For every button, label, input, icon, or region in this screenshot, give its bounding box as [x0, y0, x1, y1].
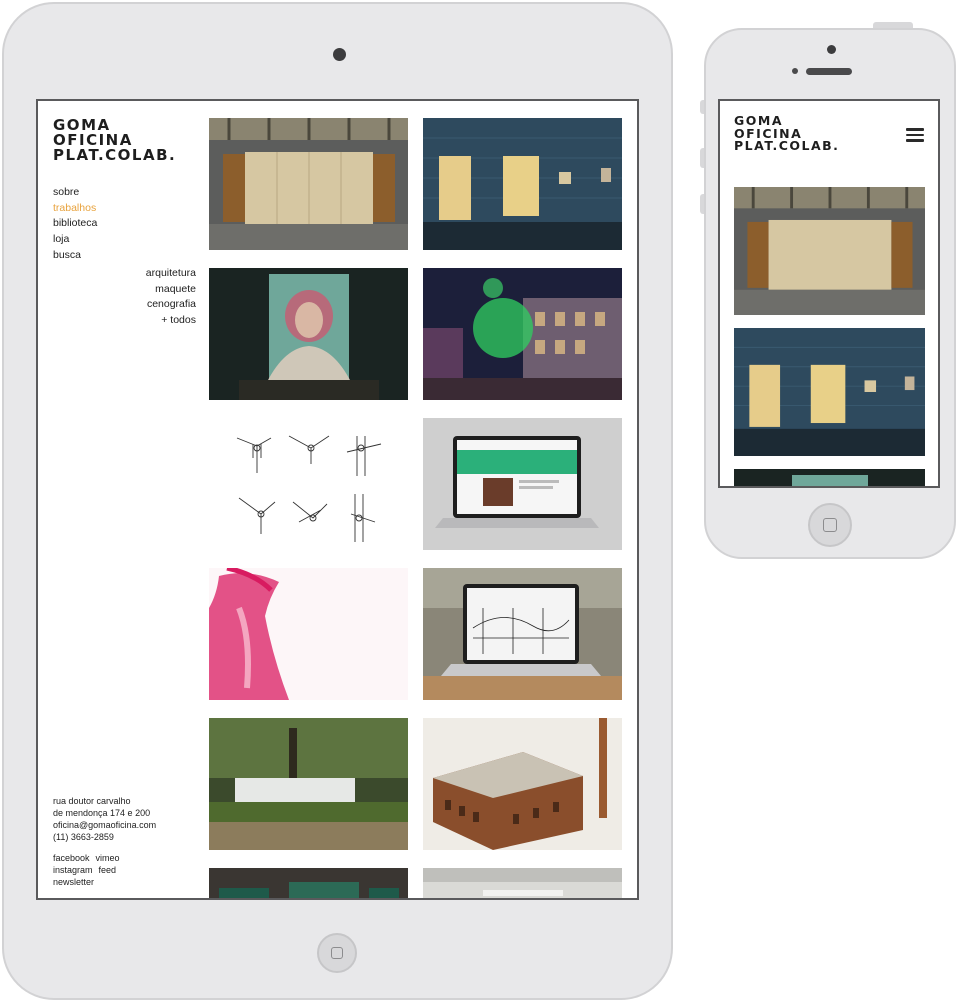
nav-item-trabalhos[interactable]: trabalhos [53, 201, 97, 217]
pink-figure-image [209, 568, 408, 700]
dark-room-image [209, 868, 408, 898]
tile-laptop-drawing[interactable] [423, 568, 622, 700]
filter-arquitetura[interactable]: arquitetura [146, 266, 196, 282]
tile-exhibition-wall[interactable] [209, 118, 408, 250]
blue-facade-image [423, 118, 622, 250]
tile-white-room[interactable] [423, 868, 622, 898]
nav-item-loja[interactable]: loja [53, 232, 97, 248]
menu-icon[interactable] [906, 128, 924, 142]
site-logo[interactable]: GOMA OFICINA PLAT.COLAB. [734, 114, 840, 153]
feed-link[interactable]: feed [99, 865, 117, 875]
white-room-image [423, 868, 622, 898]
sensor-icon [792, 68, 798, 74]
joint-sketches-image [209, 418, 408, 550]
camera-icon [333, 48, 346, 61]
tile-blue-facade-night[interactable] [734, 328, 925, 456]
category-filter: arquitetura maquete cenografia + todos [146, 266, 196, 329]
nav-item-sobre[interactable]: sobre [53, 185, 97, 201]
exhibition-wall-image [209, 118, 408, 250]
contact-info: rua doutor carvalho de mendonça 174 e 20… [53, 795, 156, 843]
home-square-icon [331, 947, 343, 959]
tile-joint-sketches[interactable] [209, 418, 408, 550]
nav-item-busca[interactable]: busca [53, 248, 97, 264]
tile-park-pavilion[interactable] [209, 718, 408, 850]
factory-model-image [423, 718, 622, 850]
filter-todos[interactable]: + todos [146, 313, 196, 329]
logo-line: PLAT.COLAB. [53, 146, 177, 164]
social-links: facebook vimeo instagram feed newsletter [53, 852, 126, 888]
exhibition-wall-image [734, 187, 925, 315]
camera-icon [827, 45, 836, 54]
nav-item-biblioteca[interactable]: biblioteca [53, 216, 97, 232]
tablet-screen: GOMA OFICINA PLAT.COLAB. sobre trabalhos… [36, 99, 639, 900]
address-line: de mendonça 174 e 200 [53, 808, 151, 818]
park-pavilion-image [209, 718, 408, 850]
home-square-icon [823, 518, 837, 532]
portrait-glow [792, 475, 868, 486]
filter-cenografia[interactable]: cenografia [146, 297, 196, 313]
tile-blue-facade-night[interactable] [423, 118, 622, 250]
tile-exhibition-wall[interactable] [734, 187, 925, 315]
filter-maquete[interactable]: maquete [146, 282, 196, 298]
email-link[interactable]: oficina@gomaoficina.com [53, 819, 156, 831]
newsletter-link[interactable]: newsletter [53, 877, 94, 887]
tile-factory-model[interactable] [423, 718, 622, 850]
instagram-link[interactable]: instagram [53, 865, 93, 875]
home-button[interactable] [808, 503, 852, 547]
speaker-icon [806, 68, 852, 75]
tile-pink-figure[interactable] [209, 568, 408, 700]
tile-laptop-green-site[interactable] [423, 418, 622, 550]
street-party-image [423, 268, 622, 400]
address-line: rua doutor carvalho [53, 796, 131, 806]
phone-number: (11) 3663-2859 [53, 832, 114, 842]
blue-facade-image [734, 328, 925, 456]
site-logo[interactable]: GOMA OFICINA PLAT.COLAB. [53, 118, 176, 163]
pink-hair-portrait-image [209, 268, 408, 400]
tile-street-party-night[interactable] [423, 268, 622, 400]
phone-screen: GOMA OFICINA PLAT.COLAB. [718, 99, 940, 488]
laptop-green-site-image [423, 418, 622, 550]
laptop-drawing-image [423, 568, 622, 700]
tile-pink-hair-portrait[interactable] [734, 469, 925, 486]
tile-dark-room[interactable] [209, 868, 408, 898]
main-nav: sobre trabalhos biblioteca loja busca [53, 185, 97, 263]
logo-line: PLAT.COLAB. [734, 138, 840, 153]
tile-pink-hair-portrait[interactable] [209, 268, 408, 400]
vimeo-link[interactable]: vimeo [96, 853, 120, 863]
facebook-link[interactable]: facebook [53, 853, 90, 863]
home-button[interactable] [317, 933, 357, 973]
